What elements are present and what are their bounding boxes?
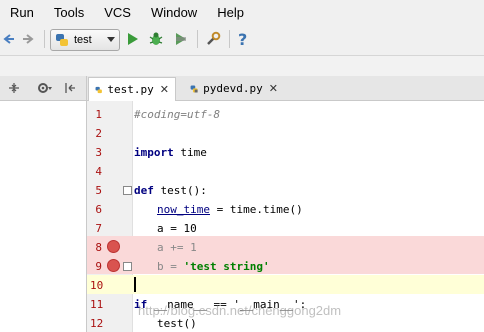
tab-label: test.py [107,83,154,96]
line-number: 10 [90,279,104,292]
run-config-select[interactable]: test [50,29,120,51]
menu-bar: Run Tools VCS Window Help [0,0,484,24]
svg-text:?: ? [238,31,247,47]
line-number: 7 [95,222,102,235]
line-number: 12 [90,317,104,330]
code-line: a = 10 [157,222,197,235]
gear-icon[interactable] [34,80,56,96]
collapse-all-icon[interactable] [6,80,22,96]
coverage-icon[interactable] [171,28,191,50]
tab-pydevd-py[interactable]: pydevd.py ✕ [184,77,284,100]
fold-icon[interactable] [123,186,132,195]
code-line: #coding=utf-8 [134,108,221,121]
code-line: test() [157,317,197,330]
line-number: 4 [95,165,102,178]
back-icon[interactable] [0,28,16,50]
python-file-icon [190,84,198,93]
line-number: 9 [95,260,102,273]
python-file-icon [95,86,102,93]
code-line: now_time = time.time() [157,203,303,216]
menu-run[interactable]: Run [0,5,44,20]
debug-icon[interactable] [146,28,166,50]
text-cursor [134,277,136,292]
code-line: def test(): [134,184,207,197]
toolbar-gap [0,56,484,76]
run-config-label: test [74,34,92,46]
breakpoint-line-highlight [87,255,484,274]
menu-vcs[interactable]: VCS [94,5,141,20]
menu-help[interactable]: Help [207,5,254,20]
fold-icon[interactable] [123,262,132,271]
line-number: 8 [95,241,102,254]
tab-label: pydevd.py [203,82,263,95]
watermark: http://blog.csdn.net/chenggong2dm [138,303,342,318]
line-number: 5 [95,184,102,197]
tab-test-py[interactable]: test.py ✕ [88,77,176,101]
main-toolbar: test ? [0,24,484,56]
close-icon[interactable]: ✕ [160,83,169,96]
code-line: b = 'test string' [157,260,270,273]
tool-window-header [0,76,87,100]
forward-icon[interactable] [20,28,38,50]
python-icon [56,34,68,46]
help-icon[interactable]: ? [234,28,252,50]
line-number: 11 [90,298,104,311]
code-line: a += 1 [157,241,197,254]
line-number: 1 [95,108,102,121]
menu-tools[interactable]: Tools [44,5,94,20]
breakpoint-icon[interactable] [107,240,120,253]
hide-panel-icon[interactable] [62,80,78,96]
line-number: 3 [95,146,102,159]
run-icon[interactable] [123,28,141,50]
line-number: 6 [95,203,102,216]
breakpoint-line-highlight [87,236,484,255]
project-panel [0,101,87,332]
close-icon[interactable]: ✕ [269,82,278,95]
wrench-icon[interactable] [203,28,223,50]
chevron-down-icon [107,37,115,42]
current-line-highlight [87,275,484,294]
code-line: import time [134,146,207,159]
menu-window[interactable]: Window [141,5,207,20]
line-number: 2 [95,127,102,140]
breakpoint-icon[interactable] [107,259,120,272]
